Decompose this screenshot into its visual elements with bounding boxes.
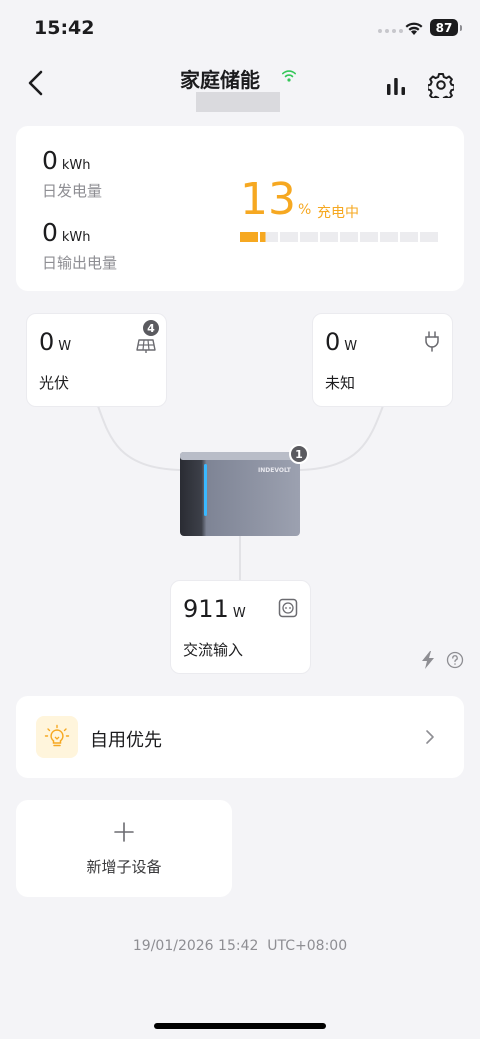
battery-level-segment: [320, 232, 338, 242]
battery-level-segment: [300, 232, 318, 242]
battery-indicator: 87: [430, 19, 462, 36]
battery-level-segment: [280, 232, 298, 242]
page-title: 家庭储能: [180, 68, 260, 92]
online-wifi-icon: [282, 70, 296, 82]
work-mode-label: 自用优先: [90, 730, 162, 751]
lightning-icon[interactable]: [420, 650, 436, 670]
ac-input-node[interactable]: 911 W 交流输入: [170, 580, 311, 674]
device-serial-redacted: [196, 92, 280, 112]
battery-level-segment: [400, 232, 418, 242]
battery-level-segment: [380, 232, 398, 242]
unknown-power-value: 0W: [325, 328, 358, 356]
battery-level-segment: [340, 232, 358, 242]
flow-helper-icons: [420, 650, 464, 670]
outlet-icon: [278, 598, 298, 618]
nav-bar: 家庭储能: [0, 56, 480, 120]
back-button[interactable]: [22, 68, 52, 98]
wifi-icon: [405, 22, 423, 35]
status-bar: 15:42 87: [0, 0, 480, 56]
work-mode-card[interactable]: 自用优先: [16, 696, 464, 778]
settings-button[interactable]: [428, 72, 454, 98]
pv-label: 光伏: [39, 374, 70, 392]
battery-level-segment: [360, 232, 378, 242]
pv-node[interactable]: 0W 光伏 4: [26, 313, 167, 407]
pv-count-badge: 4: [141, 318, 161, 338]
statistics-button[interactable]: [384, 74, 408, 98]
energy-summary-card: 0 kWh 日发电量 0 kWh 日输出电量 13 % 充电中: [16, 126, 464, 291]
add-sub-device-label: 新增子设备: [86, 858, 162, 876]
chevron-right-icon: [426, 730, 434, 744]
plus-icon: [114, 822, 134, 842]
daily-output-value: 0 kWh: [42, 218, 91, 247]
storage-device-image[interactable]: INDEVOLT: [180, 450, 300, 536]
battery-soc-value: 13: [240, 174, 296, 225]
signal-icon: [378, 29, 403, 33]
charging-status: 充电中: [317, 205, 359, 221]
ac-input-power-value: 911 W: [183, 595, 246, 623]
unknown-label: 未知: [325, 374, 356, 392]
daily-generation-value: 0 kWh: [42, 146, 91, 175]
battery-level-bar: [240, 232, 438, 242]
plug-icon: [425, 331, 439, 352]
daily-generation-label: 日发电量: [42, 182, 103, 200]
daily-output-label: 日输出电量: [42, 254, 118, 272]
device-brand-logo: INDEVOLT: [258, 467, 292, 474]
ac-input-label: 交流输入: [183, 641, 244, 659]
battery-level-segment: [420, 232, 438, 242]
battery-soc-unit: %: [298, 202, 312, 218]
device-count-badge: 1: [289, 444, 309, 464]
update-timestamp: 19/01/2026 15:42 UTC+08:00: [132, 938, 348, 954]
lightbulb-icon: [36, 716, 78, 758]
unknown-load-node[interactable]: 0W 未知: [312, 313, 453, 407]
home-indicator[interactable]: [154, 1023, 326, 1029]
battery-level-segment: [240, 232, 258, 242]
help-icon[interactable]: [446, 651, 464, 669]
status-time: 15:42: [34, 17, 95, 39]
add-sub-device-button[interactable]: 新增子设备: [16, 800, 232, 897]
pv-power-value: 0W: [39, 328, 72, 356]
battery-level-segment: [260, 232, 278, 242]
